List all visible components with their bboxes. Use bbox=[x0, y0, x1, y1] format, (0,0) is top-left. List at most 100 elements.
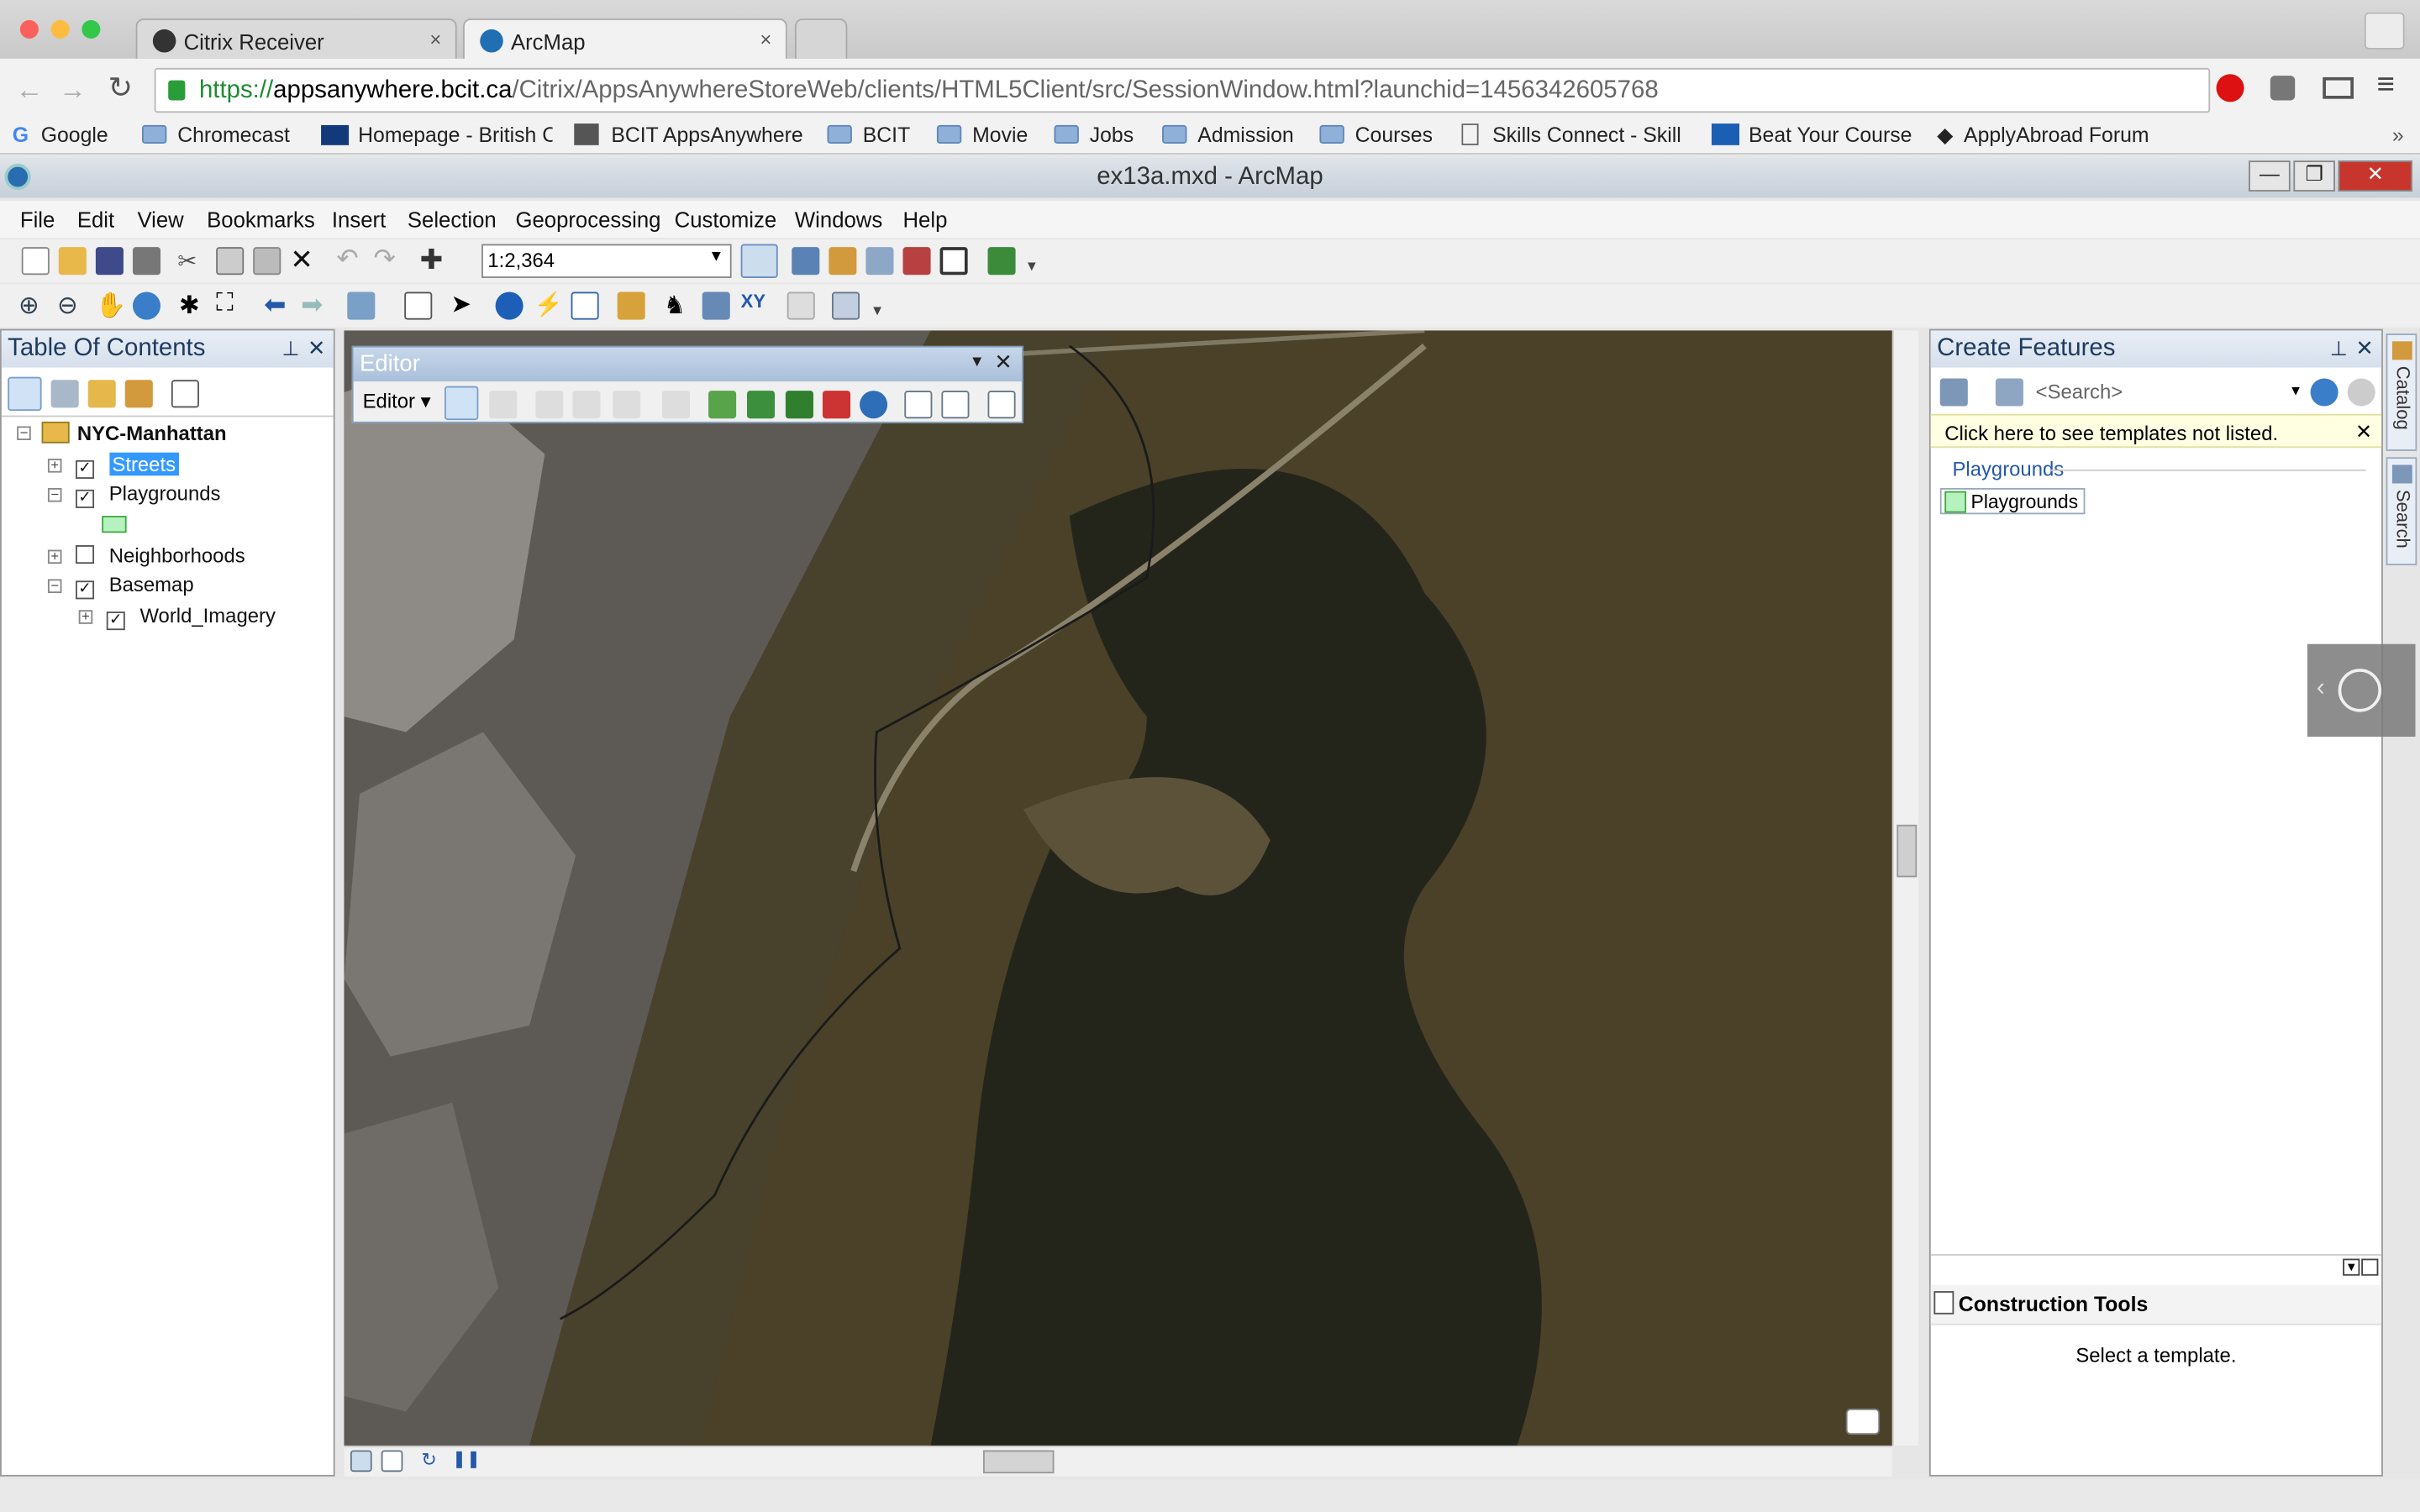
layer-visibility-checkbox[interactable]: ✓ bbox=[75, 489, 95, 508]
close-window-dot[interactable] bbox=[19, 19, 39, 39]
toolbar-options-chevron[interactable]: ▼ bbox=[1025, 258, 1039, 276]
close-icon[interactable]: ✕ bbox=[994, 349, 1013, 375]
extension-icon[interactable] bbox=[2270, 76, 2296, 101]
bookmark-skills-connect[interactable]: Skills Connect - Skill bbox=[1461, 123, 1690, 147]
identify-icon[interactable] bbox=[495, 291, 523, 320]
split-icon[interactable] bbox=[822, 391, 851, 419]
close-icon[interactable]: ✕ bbox=[2355, 420, 2372, 444]
tab-arcmap[interactable]: ArcMap × bbox=[463, 18, 787, 60]
expand-icon[interactable]: + bbox=[78, 609, 93, 624]
close-icon[interactable]: ✕ bbox=[308, 335, 326, 361]
layer-visibility-checkbox[interactable] bbox=[75, 545, 95, 564]
next-extent-icon[interactable]: ➡ bbox=[301, 291, 329, 320]
template-playgrounds[interactable]: Playgrounds bbox=[1939, 488, 2085, 515]
list-by-selection-icon[interactable] bbox=[124, 380, 153, 408]
toc-layer-neighborhoods[interactable]: + Neighborhoods bbox=[45, 543, 245, 567]
undo-icon[interactable]: ↶ bbox=[336, 244, 364, 274]
bookmark-jobs[interactable]: Jobs bbox=[1054, 123, 1134, 147]
reload-icon[interactable]: ↻ bbox=[108, 71, 133, 107]
find-icon[interactable]: ♞ bbox=[664, 291, 692, 319]
table-of-contents-icon[interactable] bbox=[792, 247, 820, 276]
new-document-icon[interactable] bbox=[21, 247, 50, 276]
adblock-icon[interactable] bbox=[2216, 74, 2244, 102]
editor-toolbar-icon[interactable] bbox=[740, 244, 778, 278]
menu-edit[interactable]: Edit bbox=[77, 207, 114, 231]
collapse-icon[interactable]: − bbox=[47, 487, 62, 502]
time-slider-icon[interactable] bbox=[786, 291, 815, 320]
bookmarks-overflow-chevron[interactable]: » bbox=[2392, 123, 2404, 147]
expand-panel-icon[interactable] bbox=[2361, 1258, 2379, 1276]
measure-icon[interactable] bbox=[617, 291, 645, 320]
close-tab-icon[interactable]: × bbox=[760, 28, 771, 51]
pause-drawing-icon[interactable]: ❚❚ bbox=[452, 1449, 481, 1477]
notification-icon[interactable] bbox=[1845, 1408, 1881, 1436]
bookmark-beat-your-course[interactable]: Beat Your Course bbox=[1711, 123, 1912, 147]
organize-templates-icon[interactable] bbox=[1995, 378, 2023, 407]
playgrounds-symbol-swatch[interactable] bbox=[102, 516, 127, 533]
back-arrow-icon[interactable]: ← bbox=[15, 74, 43, 107]
list-by-drawing-order-icon[interactable] bbox=[8, 376, 42, 412]
edit-vertices-icon[interactable] bbox=[708, 391, 737, 419]
zoom-window-dot[interactable] bbox=[82, 19, 101, 39]
hyperlink-icon[interactable]: ⚡ bbox=[534, 291, 563, 318]
cut-polygons-icon[interactable] bbox=[785, 391, 813, 419]
menu-icon[interactable]: ≡ bbox=[2377, 68, 2395, 103]
scrollbar-thumb[interactable] bbox=[1897, 824, 1918, 878]
print-icon[interactable] bbox=[132, 247, 161, 276]
toc-layer-playgrounds[interactable]: − ✓ Playgrounds bbox=[45, 482, 220, 508]
previous-extent-icon[interactable]: ⬅ bbox=[264, 291, 292, 320]
toc-layer-basemap[interactable]: − ✓ Basemap bbox=[45, 573, 194, 600]
cut-icon[interactable]: ✂ bbox=[177, 247, 205, 275]
data-view-icon[interactable] bbox=[350, 1450, 372, 1473]
toc-layer-streets[interactable]: + ✓ Streets bbox=[45, 452, 179, 479]
open-folder-icon[interactable] bbox=[58, 247, 87, 276]
new-tab-button[interactable] bbox=[794, 18, 848, 60]
templates-notice[interactable]: Click here to see templates not listed. … bbox=[1930, 413, 2382, 449]
zoom-in-icon[interactable]: ⊕ bbox=[18, 291, 46, 319]
viewer-window-icon[interactable] bbox=[831, 291, 860, 320]
straight-segment-icon[interactable] bbox=[535, 391, 564, 419]
profile-icon[interactable] bbox=[2364, 12, 2405, 50]
bookmark-chromecast[interactable]: Chromecast bbox=[141, 123, 290, 147]
copy-icon[interactable] bbox=[216, 247, 245, 276]
layer-visibility-checkbox[interactable]: ✓ bbox=[75, 580, 95, 600]
template-search-input[interactable]: <Search> bbox=[2036, 380, 2123, 403]
minimize-window-dot[interactable] bbox=[50, 19, 70, 39]
tab-citrix-receiver[interactable]: Citrix Receiver × bbox=[135, 18, 457, 60]
list-by-visibility-icon[interactable] bbox=[87, 380, 116, 408]
expand-icon[interactable]: + bbox=[47, 549, 62, 564]
toc-data-frame[interactable]: − NYC-Manhattan bbox=[14, 421, 227, 445]
refresh-view-icon[interactable]: ↻ bbox=[421, 1449, 449, 1477]
rotate-icon[interactable] bbox=[860, 391, 888, 419]
select-elements-icon[interactable]: ➤ bbox=[450, 289, 478, 318]
full-extent-icon[interactable] bbox=[132, 291, 161, 320]
chevron-down-icon[interactable]: ▼ bbox=[2289, 383, 2302, 398]
menu-bookmarks[interactable]: Bookmarks bbox=[207, 207, 315, 231]
list-by-source-icon[interactable] bbox=[50, 380, 79, 408]
layer-visibility-checkbox[interactable]: ✓ bbox=[106, 612, 125, 631]
pin-icon[interactable]: ⊥ bbox=[282, 337, 300, 361]
toolbar-options-chevron[interactable]: ▼ bbox=[871, 302, 884, 318]
bookmark-bcit-appsanywhere[interactable]: BCIT AppsAnywhere bbox=[574, 123, 803, 147]
trace-icon[interactable] bbox=[613, 391, 641, 419]
search-window-icon[interactable] bbox=[865, 247, 894, 276]
bookmark-movie[interactable]: Movie bbox=[936, 123, 1028, 147]
toc-layer-world-imagery[interactable]: + ✓ World_Imagery bbox=[76, 604, 276, 631]
create-features-icon[interactable] bbox=[987, 391, 1016, 419]
bookmark-applyabroad[interactable]: ◆ ApplyAbroad Forum bbox=[1937, 123, 2149, 148]
options-icon[interactable] bbox=[171, 380, 199, 408]
map-horizontal-scrollbar[interactable]: ↻ ❚❚ bbox=[344, 1445, 1892, 1477]
menu-windows[interactable]: Windows bbox=[795, 207, 882, 231]
clear-search-icon[interactable] bbox=[2347, 378, 2375, 407]
filter-icon[interactable] bbox=[1939, 378, 1968, 407]
pin-icon[interactable]: ⊥ bbox=[2330, 337, 2348, 361]
sketch-properties-icon[interactable] bbox=[941, 391, 970, 419]
close-icon[interactable]: ✕ bbox=[2355, 335, 2374, 361]
editor-title-bar[interactable]: Editor ▼ ✕ bbox=[353, 347, 1022, 382]
catalog-side-tab[interactable]: Catalog bbox=[2386, 333, 2417, 451]
edit-annotation-icon[interactable] bbox=[489, 391, 518, 419]
fixed-zoom-out-icon[interactable]: ⛶ bbox=[216, 291, 244, 318]
forward-arrow-icon[interactable]: → bbox=[59, 74, 87, 107]
bookmark-google[interactable]: G Google bbox=[13, 123, 108, 147]
menu-insert[interactable]: Insert bbox=[332, 207, 386, 231]
